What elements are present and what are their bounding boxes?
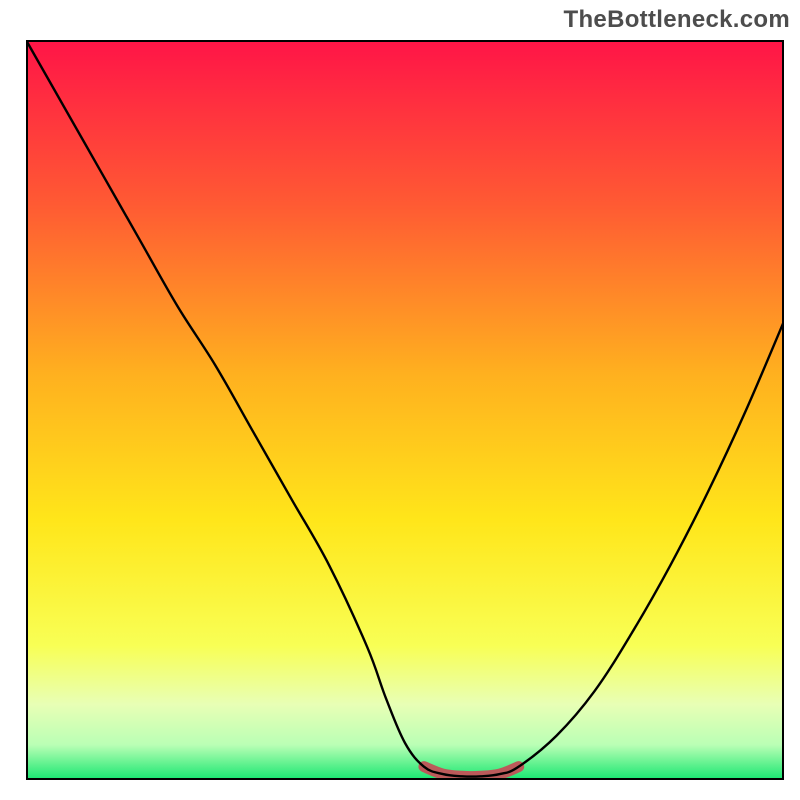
plot-heat-gradient [28,42,782,778]
main-plot [0,0,800,800]
chart-frame: { "watermark": "TheBottleneck.com", "cha… [0,0,800,800]
